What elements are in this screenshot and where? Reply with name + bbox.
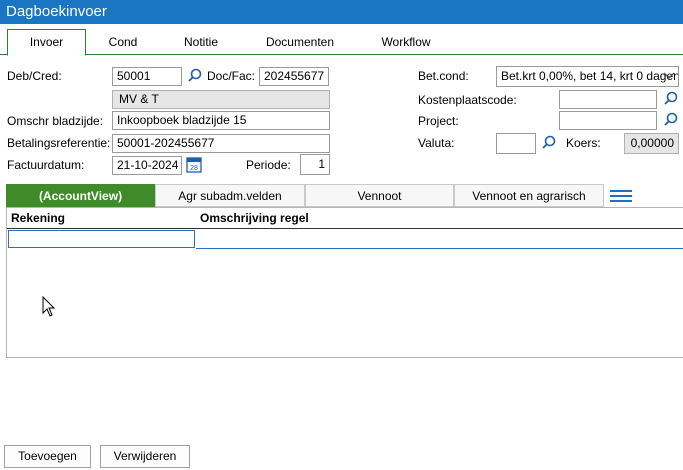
search-icon[interactable]: [663, 112, 679, 128]
project-field[interactable]: [559, 111, 657, 130]
deb-cred-field[interactable]: 50001: [112, 67, 182, 86]
column-header-omschrijving[interactable]: Omschrijving regel: [200, 208, 309, 228]
add-button[interactable]: Toevoegen: [4, 445, 91, 468]
subtab-agr-subadm[interactable]: Agr subadm.velden: [155, 184, 305, 207]
tab-invoer[interactable]: Invoer: [7, 29, 86, 56]
tab-strip: Invoer Cond Notitie Documenten Workflow: [0, 24, 683, 56]
rekening-cell-selected[interactable]: [8, 230, 195, 248]
menu-icon[interactable]: [609, 188, 633, 204]
kostenplaats-field[interactable]: [559, 90, 657, 109]
omschr-field[interactable]: Inkoopboek bladzijde 15: [112, 111, 330, 130]
column-header-rekening[interactable]: Rekening: [11, 208, 65, 228]
omschr-label: Omschr bladzijde:: [7, 114, 104, 128]
factuurdatum-field[interactable]: 21-10-2024: [112, 156, 182, 175]
betalingsreferentie-field[interactable]: 50001-202455677: [112, 134, 330, 153]
subtab-bar: (AccountView) Agr subadm.velden Vennoot …: [6, 184, 636, 207]
tab-documenten[interactable]: Documenten: [254, 30, 346, 54]
betcond-label: Bet.cond:: [418, 69, 469, 83]
relation-name-field: MV & T: [112, 90, 330, 109]
mouse-cursor-icon: [42, 296, 56, 317]
title-bar: Dagboekinvoer: [0, 0, 683, 24]
subtab-vennoot-agrarisch[interactable]: Vennoot en agrarisch: [454, 184, 604, 207]
subtab-vennoot[interactable]: Vennoot: [305, 184, 454, 207]
koers-label: Koers:: [566, 136, 601, 150]
doc-fac-field[interactable]: 202455677: [259, 67, 329, 86]
tab-cond[interactable]: Cond: [95, 30, 151, 54]
betcond-dropdown[interactable]: Bet.krt 0,00%, bet 14, krt 0 dagen: [496, 66, 679, 87]
delete-button[interactable]: Verwijderen: [100, 445, 190, 468]
periode-field[interactable]: 1: [300, 154, 330, 175]
valuta-field[interactable]: [496, 133, 536, 154]
tab-workflow[interactable]: Workflow: [368, 30, 444, 54]
valuta-label: Valuta:: [418, 136, 455, 150]
betalingsreferentie-label: Betalingsreferentie:: [7, 136, 111, 150]
row-divider: [196, 248, 683, 249]
factuurdatum-label: Factuurdatum:: [7, 158, 85, 172]
header-divider: [7, 228, 683, 229]
kostenplaats-label: Kostenplaatscode:: [418, 93, 517, 107]
subtab-accountview[interactable]: (AccountView): [6, 184, 155, 207]
project-label: Project:: [418, 114, 459, 128]
svg-text:28: 28: [190, 165, 198, 172]
doc-fac-label: Doc/Fac:: [207, 69, 256, 83]
koers-field: 0,00000: [624, 133, 679, 154]
periode-label: Periode:: [246, 158, 291, 172]
search-icon[interactable]: [663, 91, 679, 107]
tab-notitie[interactable]: Notitie: [168, 30, 234, 54]
calendar-icon[interactable]: 28: [186, 156, 202, 173]
entry-grid[interactable]: Rekening Omschrijving regel: [6, 207, 683, 358]
search-icon[interactable]: [187, 68, 203, 84]
window-title: Dagboekinvoer: [6, 3, 107, 20]
search-icon[interactable]: [541, 135, 557, 151]
chevron-down-icon[interactable]: [662, 70, 676, 82]
deb-cred-label: Deb/Cred:: [7, 69, 62, 83]
